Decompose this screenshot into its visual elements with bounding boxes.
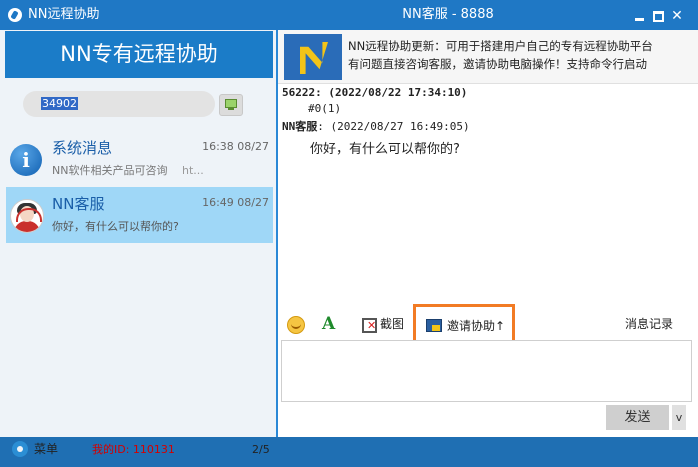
conversation-name: 系统消息 xyxy=(52,139,113,157)
connect-monitor-button[interactable] xyxy=(219,94,243,116)
conversation-time: 16:49 08/27 xyxy=(202,196,269,209)
font-style-icon[interactable]: A xyxy=(322,314,335,334)
remote-id-input[interactable]: 34902 xyxy=(23,91,215,117)
support-avatar-icon xyxy=(10,199,44,233)
conversation-time: 16:38 08/27 xyxy=(202,140,269,153)
maximize-button[interactable] xyxy=(651,9,665,23)
sidebar: NN专有远程协助 34902 i 系统消息 16:38 08/27 NN软件相关… xyxy=(0,30,276,457)
screenshot-button[interactable]: 截图 xyxy=(380,317,404,331)
arrow-up-icon: ↑ xyxy=(495,319,506,333)
message-history-button[interactable]: 消息记录 xyxy=(625,317,673,331)
conversation-name: NN客服 xyxy=(52,195,105,213)
message-sender-name: NN客服 xyxy=(282,120,318,133)
info-icon: i xyxy=(10,144,42,176)
emoji-icon[interactable] xyxy=(287,316,305,334)
gear-icon[interactable] xyxy=(12,441,28,457)
update-notice: NN远程协助更新：可用于搭建用户自己的专有远程协助平台 有问题直接咨询客服，邀请… xyxy=(278,30,698,84)
page-indicator: 2/5 xyxy=(252,443,270,456)
notice-line-2: 有问题直接咨询客服，邀请协助电脑操作！支持命令行启动 xyxy=(348,57,647,71)
close-button[interactable]: ✕ xyxy=(670,9,684,23)
message-body: 你好，有什么可以帮你的? xyxy=(310,142,460,157)
chat-panel: NN远程协助更新：可用于搭建用户自己的专有远程协助平台 有问题直接咨询客服，邀请… xyxy=(278,30,698,437)
sidebar-footer: 菜单 我的ID: 110131 2/5 xyxy=(0,435,276,467)
send-button[interactable]: 发送 xyxy=(606,405,669,430)
chat-toolbar: A 截图 邀请协助↑ 消息记录 xyxy=(278,304,698,346)
menu-button[interactable]: 菜单 xyxy=(34,442,58,456)
my-id-label: 我的ID: 110131 xyxy=(92,443,175,456)
conversation-preview: NN软件相关产品可咨询 xyxy=(52,164,168,177)
conversation-preview: 你好，有什么可以帮你的? xyxy=(52,220,179,233)
brand-banner: NN专有远程协助 xyxy=(5,31,273,78)
notice-line-1: NN远程协助更新：可用于搭建用户自己的专有远程协助平台 xyxy=(348,39,653,53)
title-bar: NN远程协助 NN客服 - 8888 ✕ xyxy=(0,0,698,30)
remote-desktop-icon[interactable] xyxy=(426,319,442,332)
screenshot-icon[interactable] xyxy=(362,318,377,333)
conversation-item-system[interactable]: i 系统消息 16:38 08/27 NN软件相关产品可咨询 ht... xyxy=(6,131,273,187)
message-body: #0(1) xyxy=(308,102,342,115)
message-header: NN客服: (2022/08/27 16:49:05) xyxy=(282,120,470,134)
app-title: NN远程协助 xyxy=(28,7,100,22)
app-logo-icon xyxy=(8,8,22,22)
conversation-preview-suffix: ht... xyxy=(182,164,204,177)
message-input[interactable] xyxy=(281,340,692,402)
send-options-dropdown[interactable]: v xyxy=(672,405,686,430)
message-timestamp: : (2022/08/27 16:49:05) xyxy=(317,120,470,133)
chat-title: NN客服 - 8888 xyxy=(402,7,494,22)
invite-assist-button[interactable]: 邀请协助↑ xyxy=(447,319,505,333)
minimize-button[interactable] xyxy=(633,9,647,23)
nn-logo-icon xyxy=(284,34,342,80)
conversation-item-support[interactable]: NN客服 16:49 08/27 你好，有什么可以帮你的? xyxy=(6,187,273,243)
remote-id-value: 34902 xyxy=(41,97,78,110)
message-header: 56222: (2022/08/22 17:34:10) xyxy=(282,86,468,99)
